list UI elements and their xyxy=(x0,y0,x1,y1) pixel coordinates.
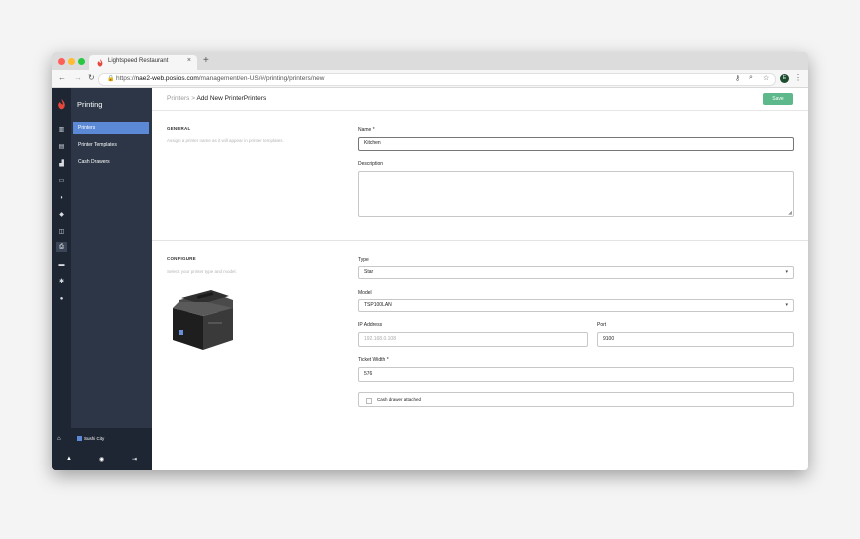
settings-gear-icon[interactable]: ✱ xyxy=(56,277,67,287)
general-section-description: Assign a printer name as it will appear … xyxy=(167,138,284,143)
breadcrumb-separator: > xyxy=(191,95,196,102)
tags-icon[interactable]: ◗ xyxy=(56,193,67,203)
page-title: Add New PrinterPrinters xyxy=(196,95,267,102)
back-arrow-icon[interactable]: ← xyxy=(58,73,66,83)
breadcrumb-parent[interactable]: Printers xyxy=(167,95,189,102)
menu-book-icon[interactable]: ▤ xyxy=(56,142,67,152)
breadcrumb: Printers > Add New PrinterPrinters xyxy=(167,95,266,102)
tab-title: Lightspeed Restaurant xyxy=(108,58,169,64)
description-label: Description xyxy=(358,161,384,167)
chevron-down-icon: ▾ xyxy=(785,302,788,308)
lock-icon: 🔒 xyxy=(107,76,115,82)
maximize-window-button[interactable] xyxy=(78,58,85,65)
name-label: Name * xyxy=(358,127,375,133)
lightspeed-logo-icon xyxy=(57,99,66,113)
key-icon[interactable]: ⚷ xyxy=(735,74,740,82)
model-select[interactable]: TSP100LAN ▾ xyxy=(358,299,794,312)
browser-window: Lightspeed Restaurant × + ← → ↻ 🔒 https:… xyxy=(52,52,808,470)
bookmark-star-icon[interactable]: ☆ xyxy=(763,74,769,82)
configure-section-description: Select your printer type and model. xyxy=(167,269,237,274)
help-icon[interactable]: ● xyxy=(56,294,67,304)
address-bar[interactable]: 🔒 https://nae2-web.posios.com/management… xyxy=(98,73,776,86)
notification-bell-icon[interactable]: ▲ xyxy=(66,456,72,462)
store-icon[interactable]: ⌂ xyxy=(57,436,61,442)
ticket-width-input[interactable]: 576 xyxy=(358,367,794,382)
cash-drawer-row[interactable]: Cash drawer attached xyxy=(358,392,794,407)
browser-toolbar: ← → ↻ 🔒 https://nae2-web.posios.com/mana… xyxy=(52,70,808,88)
description-textarea[interactable]: ◢ xyxy=(358,171,794,217)
tab-close-icon[interactable]: × xyxy=(187,57,191,64)
profile-avatar[interactable]: E xyxy=(780,74,789,83)
ip-address-label: IP Address xyxy=(358,322,383,328)
url-text: https://nae2-web.posios.com/management/e… xyxy=(116,75,325,82)
name-input[interactable]: Kitchen xyxy=(358,137,794,151)
lightspeed-flame-icon xyxy=(97,59,103,67)
ip-address-input[interactable]: 192.168.0.108 xyxy=(358,332,588,347)
browser-tab[interactable]: Lightspeed Restaurant × xyxy=(89,55,197,70)
configure-section-title: CONFIGURE xyxy=(167,256,196,261)
cash-drawer-label: Cash drawer attached xyxy=(377,397,422,402)
location-badge xyxy=(77,436,82,442)
page-header: Printers > Add New PrinterPrinters Save xyxy=(152,88,808,111)
layers-icon[interactable]: ◆ xyxy=(56,210,67,220)
sidebar-footer: ⌂ Sushi City ▲ ◉ ⇥ xyxy=(52,428,152,470)
printer-product-image xyxy=(173,290,233,350)
type-select[interactable]: Star ▾ xyxy=(358,266,794,279)
forward-arrow-icon[interactable]: → xyxy=(74,73,82,83)
sidebar-item-cash-drawers[interactable]: Cash Drawers xyxy=(73,156,149,168)
location-selector[interactable]: Sushi City xyxy=(77,436,104,442)
module-rail: ▥ ▤ ▟ ▭ ◗ ◆ ◫ ⎙ ▬ ✱ ● xyxy=(52,88,71,470)
browser-menu-icon[interactable]: ⋮ xyxy=(794,73,802,82)
chevron-down-icon: ▾ xyxy=(785,269,788,275)
sidebar: Printing Printers Printer Templates Cash… xyxy=(71,88,152,470)
logout-icon[interactable]: ⇥ xyxy=(132,456,137,463)
floor-icon[interactable]: ▟ xyxy=(56,159,67,169)
sidebar-title: Printing xyxy=(77,100,103,109)
user-account-icon[interactable]: ◉ xyxy=(99,456,104,463)
printer-icon[interactable]: ⎙ xyxy=(56,242,67,252)
port-label: Port xyxy=(597,322,607,328)
minimize-window-button[interactable] xyxy=(68,58,75,65)
tab-bar: Lightspeed Restaurant × + xyxy=(52,52,808,70)
section-divider xyxy=(152,240,808,241)
main-content: Printers > Add New PrinterPrinters Save … xyxy=(152,88,808,470)
general-section-title: GENERAL xyxy=(167,126,191,131)
zoom-icon[interactable]: ⌕ xyxy=(749,74,753,82)
sidebar-item-printer-templates[interactable]: Printer Templates xyxy=(73,139,149,151)
ticket-width-label: Ticket Width * xyxy=(358,357,389,363)
new-tab-button[interactable]: + xyxy=(203,55,209,67)
sidebar-item-printers[interactable]: Printers xyxy=(73,122,149,134)
save-button[interactable]: Save xyxy=(763,93,793,105)
card-icon[interactable]: ▭ xyxy=(56,176,67,186)
reports-chart-icon[interactable]: ▥ xyxy=(56,125,67,135)
app: ▥ ▤ ▟ ▭ ◗ ◆ ◫ ⎙ ▬ ✱ ● Printing Printers … xyxy=(52,88,808,470)
close-window-button[interactable] xyxy=(58,58,65,65)
resize-handle-icon[interactable]: ◢ xyxy=(788,210,792,216)
model-label: Model xyxy=(358,290,372,296)
reload-icon[interactable]: ↻ xyxy=(88,73,95,83)
stock-icon[interactable]: ◫ xyxy=(56,227,67,237)
port-input[interactable]: 9100 xyxy=(597,332,794,347)
cash-drawer-checkbox[interactable] xyxy=(366,398,372,404)
payments-icon[interactable]: ▬ xyxy=(56,260,67,270)
type-label: Type xyxy=(358,257,369,263)
